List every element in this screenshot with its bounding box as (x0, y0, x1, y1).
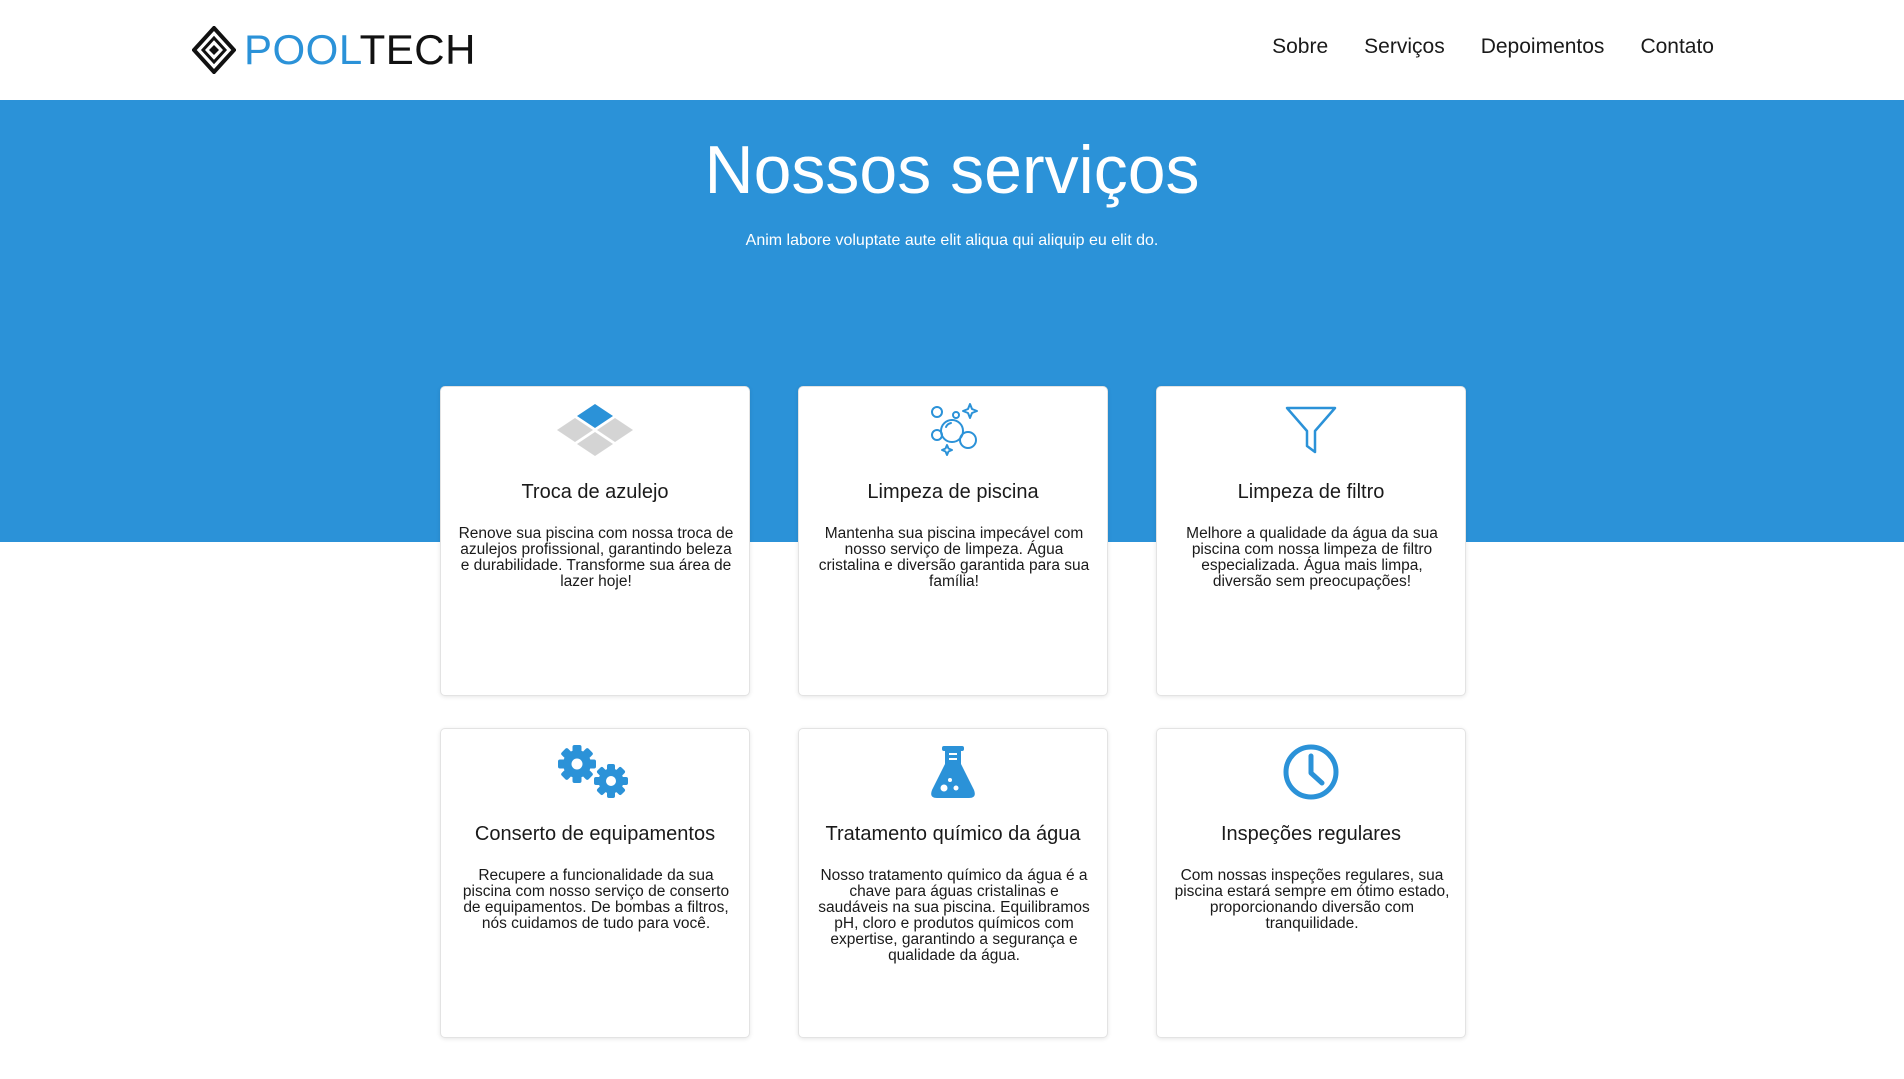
service-card-inspecoes-regulares[interactable]: Inspeções regulares Com nossas inspeções… (1156, 728, 1466, 1038)
brand-name-tech: TECH (359, 26, 476, 73)
clock-icon (1157, 739, 1465, 805)
card-description: Com nossas inspeções regulares, sua pisc… (1174, 867, 1450, 932)
service-card-troca-azulejo[interactable]: Troca de azulejo Renove sua piscina com … (440, 386, 750, 696)
flask-icon (799, 739, 1107, 805)
site-header: POOLTECH Sobre Serviços Depoimentos Cont… (0, 0, 1904, 100)
tiles-icon (441, 397, 749, 463)
service-card-limpeza-filtro[interactable]: Limpeza de filtro Melhore a qualidade da… (1156, 386, 1466, 696)
nav-link-contato[interactable]: Contato (1640, 35, 1714, 59)
gears-icon (441, 739, 749, 805)
card-title: Troca de azulejo (521, 481, 669, 503)
card-description: Nosso tratamento químico da água é a cha… (818, 867, 1090, 964)
card-description: Melhore a qualidade da água da sua pisci… (1186, 525, 1438, 590)
card-title: Inspeções regulares (1220, 823, 1402, 845)
main-nav: Sobre Serviços Depoimentos Contato (1272, 35, 1714, 59)
card-title: Limpeza de filtro (1237, 481, 1385, 503)
nav-link-depoimentos[interactable]: Depoimentos (1481, 35, 1605, 59)
service-card-conserto-equipamentos[interactable]: Conserto de equipamentos Recupere a func… (440, 728, 750, 1038)
card-title: Tratamento químico da água (825, 823, 1081, 845)
hero-title: Nossos serviços (704, 132, 1200, 208)
logo[interactable]: POOLTECH (192, 24, 476, 76)
card-description: Mantenha sua piscina impecável com nosso… (818, 525, 1090, 590)
hero-subtitle: Anim labore voluptate aute elit aliqua q… (745, 232, 1159, 249)
brand-name: POOLTECH (244, 29, 476, 71)
nav-link-sobre[interactable]: Sobre (1272, 35, 1328, 59)
card-title: Limpeza de piscina (867, 481, 1039, 503)
card-description: Recupere a funcionalidade da sua piscina… (462, 867, 730, 932)
card-title: Conserto de equipamentos (474, 823, 716, 845)
nav-link-servicos[interactable]: Serviços (1364, 35, 1445, 59)
bubbles-icon (799, 397, 1107, 463)
diamond-logo-icon (192, 26, 236, 74)
brand-name-pool: POOL (244, 26, 360, 73)
service-card-limpeza-piscina[interactable]: Limpeza de piscina Mantenha sua piscina … (798, 386, 1108, 696)
funnel-icon (1157, 397, 1465, 463)
card-description: Renove sua piscina com nossa troca de az… (458, 525, 734, 590)
service-card-tratamento-quimico[interactable]: Tratamento químico da água Nosso tratame… (798, 728, 1108, 1038)
